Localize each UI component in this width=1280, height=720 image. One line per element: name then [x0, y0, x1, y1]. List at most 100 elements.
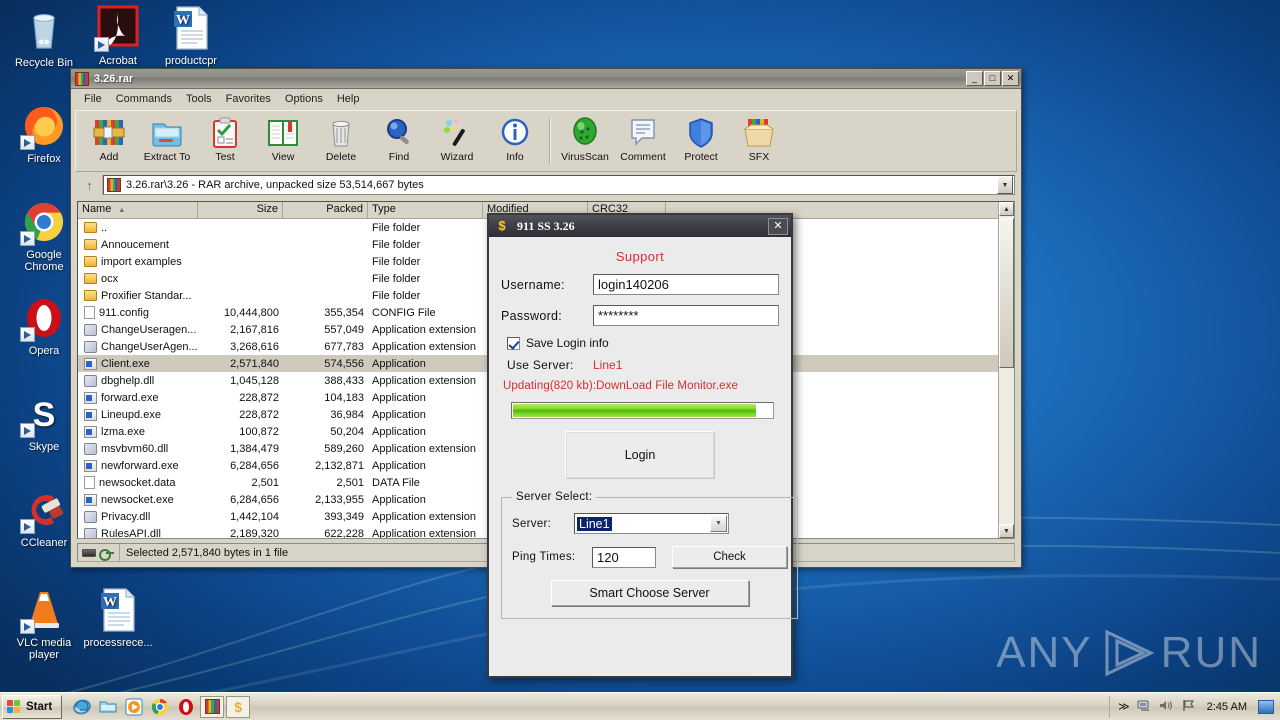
go-up-button[interactable]: ↑ — [77, 175, 103, 195]
action-center-icon[interactable] — [1181, 699, 1196, 715]
file-name-text: .. — [101, 221, 108, 234]
toolbar-label: Wizard — [440, 151, 474, 163]
exe-icon — [84, 425, 97, 438]
winrar-taskbar-icon[interactable] — [200, 695, 225, 718]
cell-size: 2,167,816 — [230, 323, 279, 336]
toolbar-button-extract-to[interactable]: Extract To — [138, 113, 196, 169]
start-label: Start — [26, 700, 53, 713]
cell-type: Application — [372, 408, 426, 421]
menu-item-favorites[interactable]: Favorites — [219, 92, 278, 106]
toolbar-label: Find — [388, 151, 410, 163]
close-button[interactable]: ✕ — [1002, 71, 1019, 86]
save-login-checkbox-row[interactable]: Save Login info — [507, 336, 779, 350]
chevron-down-icon[interactable]: ▼ — [710, 515, 727, 532]
desktop-icon-productcpr[interactable]: W productcpr — [155, 4, 227, 67]
cell-size: 3,268,616 — [230, 340, 279, 353]
toolbar-button-protect[interactable]: Protect — [672, 113, 730, 169]
scroll-up-button[interactable]: ▲ — [999, 202, 1014, 216]
desktop-icon-vlc[interactable]: VLC media player — [8, 586, 80, 661]
winrar-title-bar[interactable]: 3.26.rar _ □ ✕ — [71, 69, 1021, 89]
toolbar-button-info[interactable]: Info — [486, 113, 544, 169]
drive-icon — [82, 548, 96, 557]
file-name-text: import examples — [101, 255, 182, 268]
file-name-text: ChangeUserAgen... — [101, 340, 198, 353]
dll-icon — [84, 527, 97, 538]
shortcut-overlay-icon — [20, 327, 35, 342]
cell-packed: 104,183 — [324, 391, 364, 404]
cell-type: Application extension — [372, 527, 476, 539]
cell-name: newsocket.data — [78, 476, 198, 489]
toolbar-button-view[interactable]: View — [254, 113, 312, 169]
exe-icon — [84, 391, 97, 404]
chrome-icon[interactable] — [148, 696, 172, 718]
maximize-button[interactable]: □ — [984, 71, 1001, 86]
toolbar-button-comment[interactable]: Comment — [614, 113, 672, 169]
password-input[interactable] — [593, 305, 779, 326]
toolbar-button-delete[interactable]: Delete — [312, 113, 370, 169]
folder-icon — [84, 256, 97, 267]
ping-times-input[interactable] — [592, 546, 656, 568]
column-header-packed[interactable]: Packed — [283, 202, 368, 218]
server-dropdown[interactable]: Line1 ▼ — [574, 513, 729, 534]
volume-icon[interactable] — [1159, 699, 1174, 715]
desktop-icon-processrece[interactable]: W processrece... — [82, 586, 154, 649]
media-player-icon[interactable] — [122, 696, 146, 718]
wizard-wand-icon — [440, 116, 474, 149]
toolbar-button-test[interactable]: Test — [196, 113, 254, 169]
cell-name: ChangeUserAgen... — [78, 340, 198, 353]
watermark-left-text: ANY — [996, 628, 1093, 677]
file-name-text: newsocket.exe — [101, 493, 174, 506]
menu-item-commands[interactable]: Commands — [109, 92, 179, 106]
desktop: Recycle Bin Acrobat W productcpr Firefox… — [0, 0, 1280, 720]
file-list-scrollbar[interactable]: ▲ ▼ — [998, 202, 1014, 538]
column-header-name[interactable]: Name ▲ — [78, 202, 198, 218]
file-name-text: Privacy.dll — [101, 510, 151, 523]
watermark-right-text: RUN — [1160, 628, 1262, 677]
menu-item-help[interactable]: Help — [330, 92, 367, 106]
cell-name: Annoucement — [78, 239, 198, 251]
scrollbar-thumb[interactable] — [999, 218, 1014, 368]
cell-type: Application — [372, 391, 426, 404]
username-row: Username: — [501, 274, 779, 295]
desktop-icon-acrobat[interactable]: Acrobat — [82, 4, 154, 67]
opera-icon[interactable] — [174, 696, 198, 718]
archive-path-combo[interactable]: 3.26.rar\3.26 - RAR archive, unpacked si… — [103, 175, 1015, 195]
login-button[interactable]: Login — [565, 431, 715, 479]
cell-type: File folder — [372, 221, 421, 234]
anyrun-play-logo-icon — [1099, 628, 1155, 678]
dialog-title-bar[interactable]: $ 911 SS 3.26 ✕ — [489, 215, 791, 237]
username-input[interactable] — [593, 274, 779, 295]
minimize-button[interactable]: _ — [966, 71, 983, 86]
scroll-down-button[interactable]: ▼ — [999, 524, 1014, 538]
911ss-taskbar-icon[interactable]: $ — [226, 695, 251, 718]
menu-item-options[interactable]: Options — [278, 92, 330, 106]
use-server-label: Use Server: — [507, 358, 574, 372]
network-icon[interactable] — [1137, 699, 1152, 715]
save-login-label: Save Login info — [526, 336, 609, 350]
column-header-type[interactable]: Type — [368, 202, 483, 218]
toolbar-button-sfx[interactable]: SFX — [730, 113, 788, 169]
save-login-checkbox[interactable] — [507, 336, 520, 350]
archive-path-text: 3.26.rar\3.26 - RAR archive, unpacked si… — [126, 179, 424, 191]
toolbar-button-virusscan[interactable]: VirusScan — [556, 113, 614, 169]
show-hidden-icons-button[interactable]: ≫ — [1118, 700, 1130, 713]
sort-ascending-icon: ▲ — [118, 207, 126, 214]
smart-choose-server-button[interactable]: Smart Choose Server — [550, 580, 749, 606]
toolbar-button-find[interactable]: Find — [370, 113, 428, 169]
toolbar-button-wizard[interactable]: Wizard — [428, 113, 486, 169]
clock[interactable]: 2:45 AM — [1207, 701, 1247, 713]
menu-item-tools[interactable]: Tools — [179, 92, 219, 106]
column-header-size[interactable]: Size — [198, 202, 283, 218]
folder-explorer-icon[interactable] — [96, 696, 120, 718]
toolbar-button-add[interactable]: Add — [80, 113, 138, 169]
start-button[interactable]: Start — [2, 694, 63, 719]
check-button[interactable]: Check — [672, 546, 787, 568]
internet-explorer-icon[interactable] — [70, 696, 94, 718]
show-desktop-button[interactable] — [1258, 699, 1274, 714]
cell-name: Privacy.dll — [78, 510, 198, 523]
key-icon — [99, 548, 114, 561]
dialog-close-button[interactable]: ✕ — [768, 217, 788, 235]
chevron-down-icon[interactable]: ▼ — [997, 176, 1013, 194]
menu-item-file[interactable]: File — [77, 92, 109, 106]
desktop-icon-recycle-bin[interactable]: Recycle Bin — [8, 6, 80, 69]
